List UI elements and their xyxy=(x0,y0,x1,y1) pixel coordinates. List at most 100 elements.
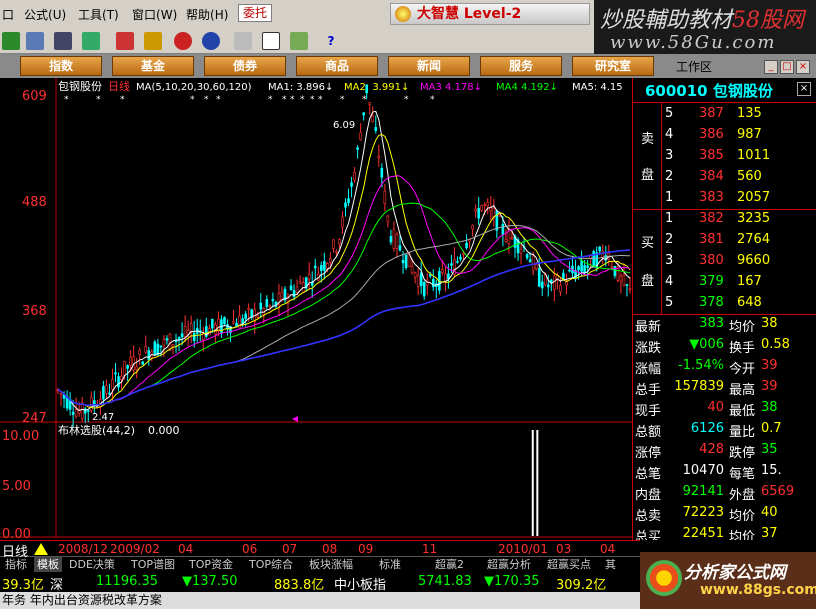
ticker-seg1: 39.3亿 xyxy=(2,578,44,593)
flag-icon[interactable] xyxy=(2,32,20,50)
candle-body xyxy=(114,372,117,375)
candle-body xyxy=(313,265,317,269)
nav-commodity-button[interactable]: 商品 xyxy=(296,56,378,76)
sell-label-2: 盘 xyxy=(641,168,655,183)
news-bar[interactable]: 年务 年内出台资源税改革方案 xyxy=(0,592,640,609)
buy-volume: 9660 xyxy=(737,253,771,268)
formula-tab[interactable]: 板块涨幅 xyxy=(306,557,356,572)
candle-body xyxy=(398,245,402,251)
formula-tab[interactable]: 其 xyxy=(602,557,619,572)
grid-icon[interactable] xyxy=(26,32,44,50)
candle-body xyxy=(377,155,381,159)
chart-stock-name: 包钢股份 xyxy=(58,80,102,93)
signal-star: * xyxy=(310,95,315,105)
chart-icon[interactable] xyxy=(82,32,100,50)
candle-body xyxy=(265,299,269,307)
candle-body xyxy=(471,224,474,230)
buy-price: 378 xyxy=(699,295,724,310)
sell-volume: 135 xyxy=(737,106,762,121)
site-logo-url: www.88gs.com xyxy=(700,582,816,598)
stat-value: 6569 xyxy=(761,484,795,499)
candle-body xyxy=(525,254,529,259)
candle-body xyxy=(598,246,602,252)
x-tick: 07 xyxy=(282,542,298,556)
candle-body xyxy=(392,228,396,249)
nav-fund-button[interactable]: 基金 xyxy=(112,56,194,76)
candle-body xyxy=(256,315,260,318)
binoculars-icon[interactable] xyxy=(54,32,72,50)
signal-star: * xyxy=(362,95,367,105)
formula-tab[interactable]: DDE决策 xyxy=(66,557,118,572)
stat-value: -1.54% xyxy=(678,358,724,373)
sell-volume: 560 xyxy=(737,169,762,184)
x-tick: 09 xyxy=(358,542,374,556)
ticker-sz-index: 11196.35 xyxy=(96,574,159,589)
signal-star: * xyxy=(282,95,287,105)
menu-formula[interactable]: 公式(U) xyxy=(24,6,66,23)
nav-news-button[interactable]: 新闻 xyxy=(388,56,470,76)
signal-star: * xyxy=(404,95,409,105)
triangle-up-icon[interactable] xyxy=(34,543,48,555)
nav-service-button[interactable]: 服务 xyxy=(480,56,562,76)
window-icon[interactable] xyxy=(262,32,280,50)
red-circle-icon[interactable] xyxy=(174,32,192,50)
nav-index-button[interactable]: 指数 xyxy=(20,56,102,76)
close-icon[interactable]: × xyxy=(796,60,810,74)
candle-body xyxy=(389,235,393,243)
books-icon[interactable] xyxy=(290,32,308,50)
period-label[interactable]: 日线 xyxy=(2,541,28,560)
watermark-line1: 炒股輔助教材58股网 xyxy=(600,8,805,33)
diamond-icon[interactable] xyxy=(144,32,162,50)
candle-body xyxy=(271,298,275,302)
menu-window[interactable]: 窗口(W) xyxy=(132,6,177,23)
kline-chart[interactable]: 包钢股份 日线 MA(5,10,20,30,60,120) MA1: 3.896… xyxy=(0,78,632,540)
candle-body xyxy=(232,320,235,324)
chart-period: 日线 xyxy=(108,79,130,93)
candle-body xyxy=(462,253,465,255)
candle-body xyxy=(332,239,335,249)
sell-level: 3 xyxy=(665,148,674,163)
document-icon[interactable] xyxy=(234,32,252,50)
help-icon[interactable] xyxy=(116,32,134,50)
formula-tab[interactable]: 超赢分析 xyxy=(484,557,534,572)
stat-label: 均价 xyxy=(729,530,756,540)
quote-close-icon[interactable]: × xyxy=(797,82,811,96)
candle-body xyxy=(410,265,414,274)
entrust-button[interactable]: 委托 xyxy=(238,4,272,22)
restore-icon[interactable]: □ xyxy=(780,60,794,74)
formula-tab[interactable]: TOP谱图 xyxy=(128,557,178,572)
menu-help[interactable]: 帮助(H) xyxy=(186,6,228,23)
stat-value: 10470 xyxy=(682,463,724,478)
candle-body xyxy=(374,127,378,131)
minimize-icon[interactable]: _ xyxy=(764,60,778,74)
nav-bond-button[interactable]: 债券 xyxy=(204,56,286,76)
formula-tab[interactable]: 超赢买点 xyxy=(544,557,594,572)
toolbar: ? xyxy=(0,28,594,54)
formula-tab[interactable]: 标准 xyxy=(376,557,404,572)
x-tick: 2008/12 xyxy=(58,542,108,556)
nav-research-button[interactable]: 研究室 xyxy=(572,56,654,76)
candle-body xyxy=(537,268,541,287)
menu-tools[interactable]: 工具(T) xyxy=(78,6,119,23)
stat-label: 最高 xyxy=(729,383,756,398)
candle-body xyxy=(619,275,623,282)
ma-legend-item: MA5: 4.15 xyxy=(572,82,623,93)
formula-tab[interactable]: 超赢2 xyxy=(432,557,467,572)
candle-body xyxy=(192,333,196,341)
context-help-icon[interactable]: ? xyxy=(322,32,340,50)
menu-partial[interactable]: 口 xyxy=(2,6,14,23)
blue-circle-icon[interactable] xyxy=(202,32,220,50)
buy-level: 5 xyxy=(665,295,674,310)
workarea-label[interactable]: 工作区 xyxy=(676,58,712,75)
sell-level: 5 xyxy=(665,106,674,121)
formula-tab[interactable]: 模板 xyxy=(34,557,62,572)
formula-tab[interactable]: TOP资金 xyxy=(186,557,236,572)
sell-price: 383 xyxy=(699,190,724,205)
candle-body xyxy=(171,344,175,348)
formula-tab[interactable]: TOP综合 xyxy=(246,557,296,572)
candle-body xyxy=(362,112,365,116)
candle-body xyxy=(386,215,390,223)
candle-body xyxy=(504,238,508,242)
candle-body xyxy=(183,326,187,337)
candle-body xyxy=(531,255,535,271)
